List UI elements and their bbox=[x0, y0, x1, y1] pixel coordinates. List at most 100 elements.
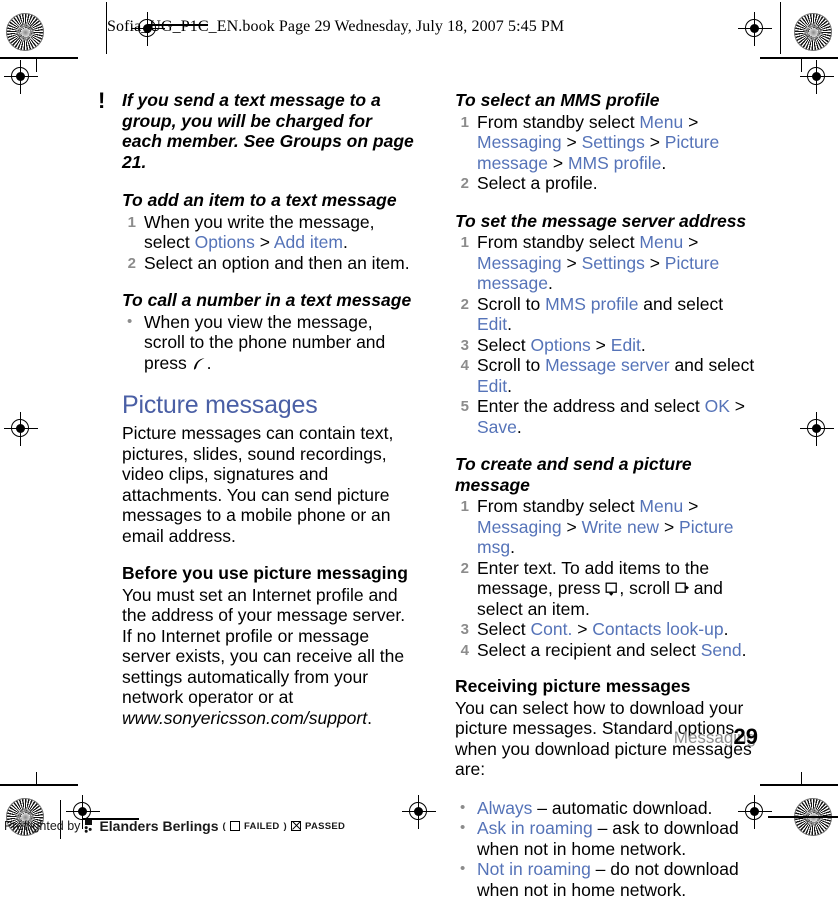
step-number: 5 bbox=[455, 396, 469, 417]
registration-mark-right-lower bbox=[800, 412, 834, 446]
step-text: Enter the address and select OK > Save. bbox=[477, 396, 745, 437]
step-number: 2 bbox=[122, 253, 136, 274]
ui-reference: Options bbox=[531, 335, 591, 355]
bullet-text: Ask in roaming – ask to download when no… bbox=[477, 818, 739, 859]
ui-reference: Edit bbox=[477, 376, 507, 396]
ui-reference: Messaging bbox=[477, 253, 562, 273]
step-number: 4 bbox=[455, 355, 469, 376]
preflight-failed-close: ) bbox=[284, 821, 287, 832]
list-item: 1 From standby select Menu > Messaging >… bbox=[455, 232, 755, 294]
step-text: Scroll to Message server and select Edit… bbox=[477, 355, 754, 396]
list-item: 4 Scroll to Message server and select Ed… bbox=[455, 355, 755, 396]
bullet-marker: • bbox=[460, 818, 465, 839]
step-number: 4 bbox=[455, 640, 469, 661]
trim-rule-top-right bbox=[760, 57, 838, 59]
select-key-icon bbox=[605, 582, 619, 596]
bullet-marker: • bbox=[460, 798, 465, 819]
procedure-title-server-address: To set the message server address bbox=[455, 211, 755, 232]
ui-reference: Menu bbox=[639, 232, 683, 252]
section-heading-picture-messages: Picture messages bbox=[122, 391, 414, 420]
procedure-title-add-item: To add an item to a text message bbox=[122, 190, 414, 211]
elanders-logo-icon bbox=[84, 820, 95, 833]
receiving-options-list: • Always – automatic download. • Ask in … bbox=[455, 798, 755, 900]
page-number: 29 bbox=[718, 724, 758, 750]
list-item: 2 Select a profile. bbox=[455, 173, 755, 194]
step-text: Enter text. To add items to the message,… bbox=[477, 558, 723, 619]
registration-mark-top-right bbox=[738, 12, 772, 46]
list-item: • When you view the message, scroll to t… bbox=[122, 312, 414, 374]
ui-reference: Save bbox=[477, 417, 517, 437]
step-number: 1 bbox=[455, 496, 469, 517]
trim-tick-bottom-right bbox=[801, 772, 802, 785]
scroll-key-icon bbox=[675, 582, 689, 596]
trim-tick-top-left bbox=[36, 59, 37, 72]
step-number: 1 bbox=[455, 232, 469, 253]
note-callout: ! If you send a text message to a group,… bbox=[122, 90, 414, 172]
star-density-target-top-right bbox=[794, 13, 832, 51]
ui-reference: Messaging bbox=[477, 517, 562, 537]
ui-reference: Write new bbox=[582, 517, 659, 537]
step-number: 3 bbox=[455, 335, 469, 356]
ui-reference: Contacts look-up bbox=[592, 619, 723, 639]
list-item: 2 Enter text. To add items to the messag… bbox=[455, 558, 755, 620]
ui-reference: Always bbox=[477, 798, 532, 818]
procedure-steps-add-item: 1 When you write the message, select Opt… bbox=[122, 212, 414, 274]
list-item: 4 Select a recipient and select Send. bbox=[455, 640, 755, 661]
ui-reference: Add item bbox=[274, 232, 343, 252]
preflight-prefix-label: Preflighted by bbox=[4, 819, 80, 833]
step-text: From standby select Menu > Messaging > S… bbox=[477, 112, 719, 173]
header-slug-line: Sofia_UG_P1C_EN.book Page 29 Wednesday, … bbox=[107, 18, 564, 36]
subheading-before-you-use: Before you use picture messaging bbox=[122, 563, 414, 584]
registration-mark-left-upper bbox=[4, 60, 38, 94]
star-density-target-top-left bbox=[6, 13, 44, 51]
left-text-column: ! If you send a text message to a group,… bbox=[122, 90, 414, 728]
ui-reference: OK bbox=[705, 396, 730, 416]
right-text-column: To select an MMS profile 1 From standby … bbox=[455, 90, 755, 900]
procedure-steps-call-number: • When you view the message, scroll to t… bbox=[122, 312, 414, 374]
list-item: • Not in roaming – do not download when … bbox=[455, 859, 755, 900]
ui-reference: Messaging bbox=[477, 132, 562, 152]
checkbox-failed-icon bbox=[230, 821, 240, 831]
step-text: Select Cont. > Contacts look-up. bbox=[477, 619, 728, 639]
body-text-pre: You must set an Internet profile and the… bbox=[122, 585, 405, 708]
ui-reference: Settings bbox=[582, 132, 645, 152]
ui-reference: Not in roaming bbox=[477, 859, 591, 879]
preflight-failed-open: ( bbox=[222, 821, 225, 832]
bullet-marker: • bbox=[460, 859, 465, 880]
step-number: 2 bbox=[455, 173, 469, 194]
preflight-rule-right bbox=[768, 816, 838, 818]
ui-reference: Edit bbox=[477, 314, 507, 334]
subheading-receiving-picture-messages: Receiving picture messages bbox=[455, 676, 755, 697]
step-number: 1 bbox=[122, 212, 136, 233]
step-text: When you write the message, select Optio… bbox=[144, 212, 375, 253]
support-url: www.sonyericsson.com/support bbox=[122, 708, 367, 728]
registration-mark-left-lower bbox=[4, 412, 38, 446]
ui-reference: Edit bbox=[611, 335, 641, 355]
body-text-post: . bbox=[367, 708, 372, 728]
call-key-icon bbox=[192, 357, 207, 371]
step-text: Scroll to MMS profile and select Edit. bbox=[477, 294, 723, 335]
list-item: 1 From standby select Menu > Messaging >… bbox=[455, 496, 755, 558]
procedure-title-create-send: To create and send a picture message bbox=[455, 454, 755, 495]
ui-reference: Settings bbox=[582, 253, 645, 273]
bullet-marker: • bbox=[127, 312, 132, 333]
list-item: 1 From standby select Menu > Messaging >… bbox=[455, 112, 755, 174]
list-item: 3 Select Cont. > Contacts look-up. bbox=[455, 619, 755, 640]
ui-reference: Ask in roaming bbox=[477, 818, 593, 838]
list-item: 2 Scroll to MMS profile and select Edit. bbox=[455, 294, 755, 335]
exclamation-icon: ! bbox=[98, 91, 105, 111]
procedure-title-call-number: To call a number in a text message bbox=[122, 290, 414, 311]
bullet-text: When you view the message, scroll to the… bbox=[144, 312, 385, 373]
step-text: Select a recipient and select Send. bbox=[477, 640, 747, 660]
trim-tick-top-right bbox=[801, 59, 802, 72]
preflight-company-label: Elanders Berlings bbox=[99, 818, 218, 834]
bullet-text: Always – automatic download. bbox=[477, 798, 712, 818]
ui-reference: MMS profile bbox=[545, 294, 638, 314]
trim-rule-top-left bbox=[0, 57, 78, 59]
step-text: From standby select Menu > Messaging > W… bbox=[477, 496, 734, 557]
step-text: Select an option and then an item. bbox=[144, 253, 410, 273]
procedure-steps-server-address: 1 From standby select Menu > Messaging >… bbox=[455, 232, 755, 437]
note-text: If you send a text message to a group, y… bbox=[122, 90, 414, 172]
ui-reference: Options bbox=[195, 232, 255, 252]
ui-reference: Menu bbox=[639, 496, 683, 516]
